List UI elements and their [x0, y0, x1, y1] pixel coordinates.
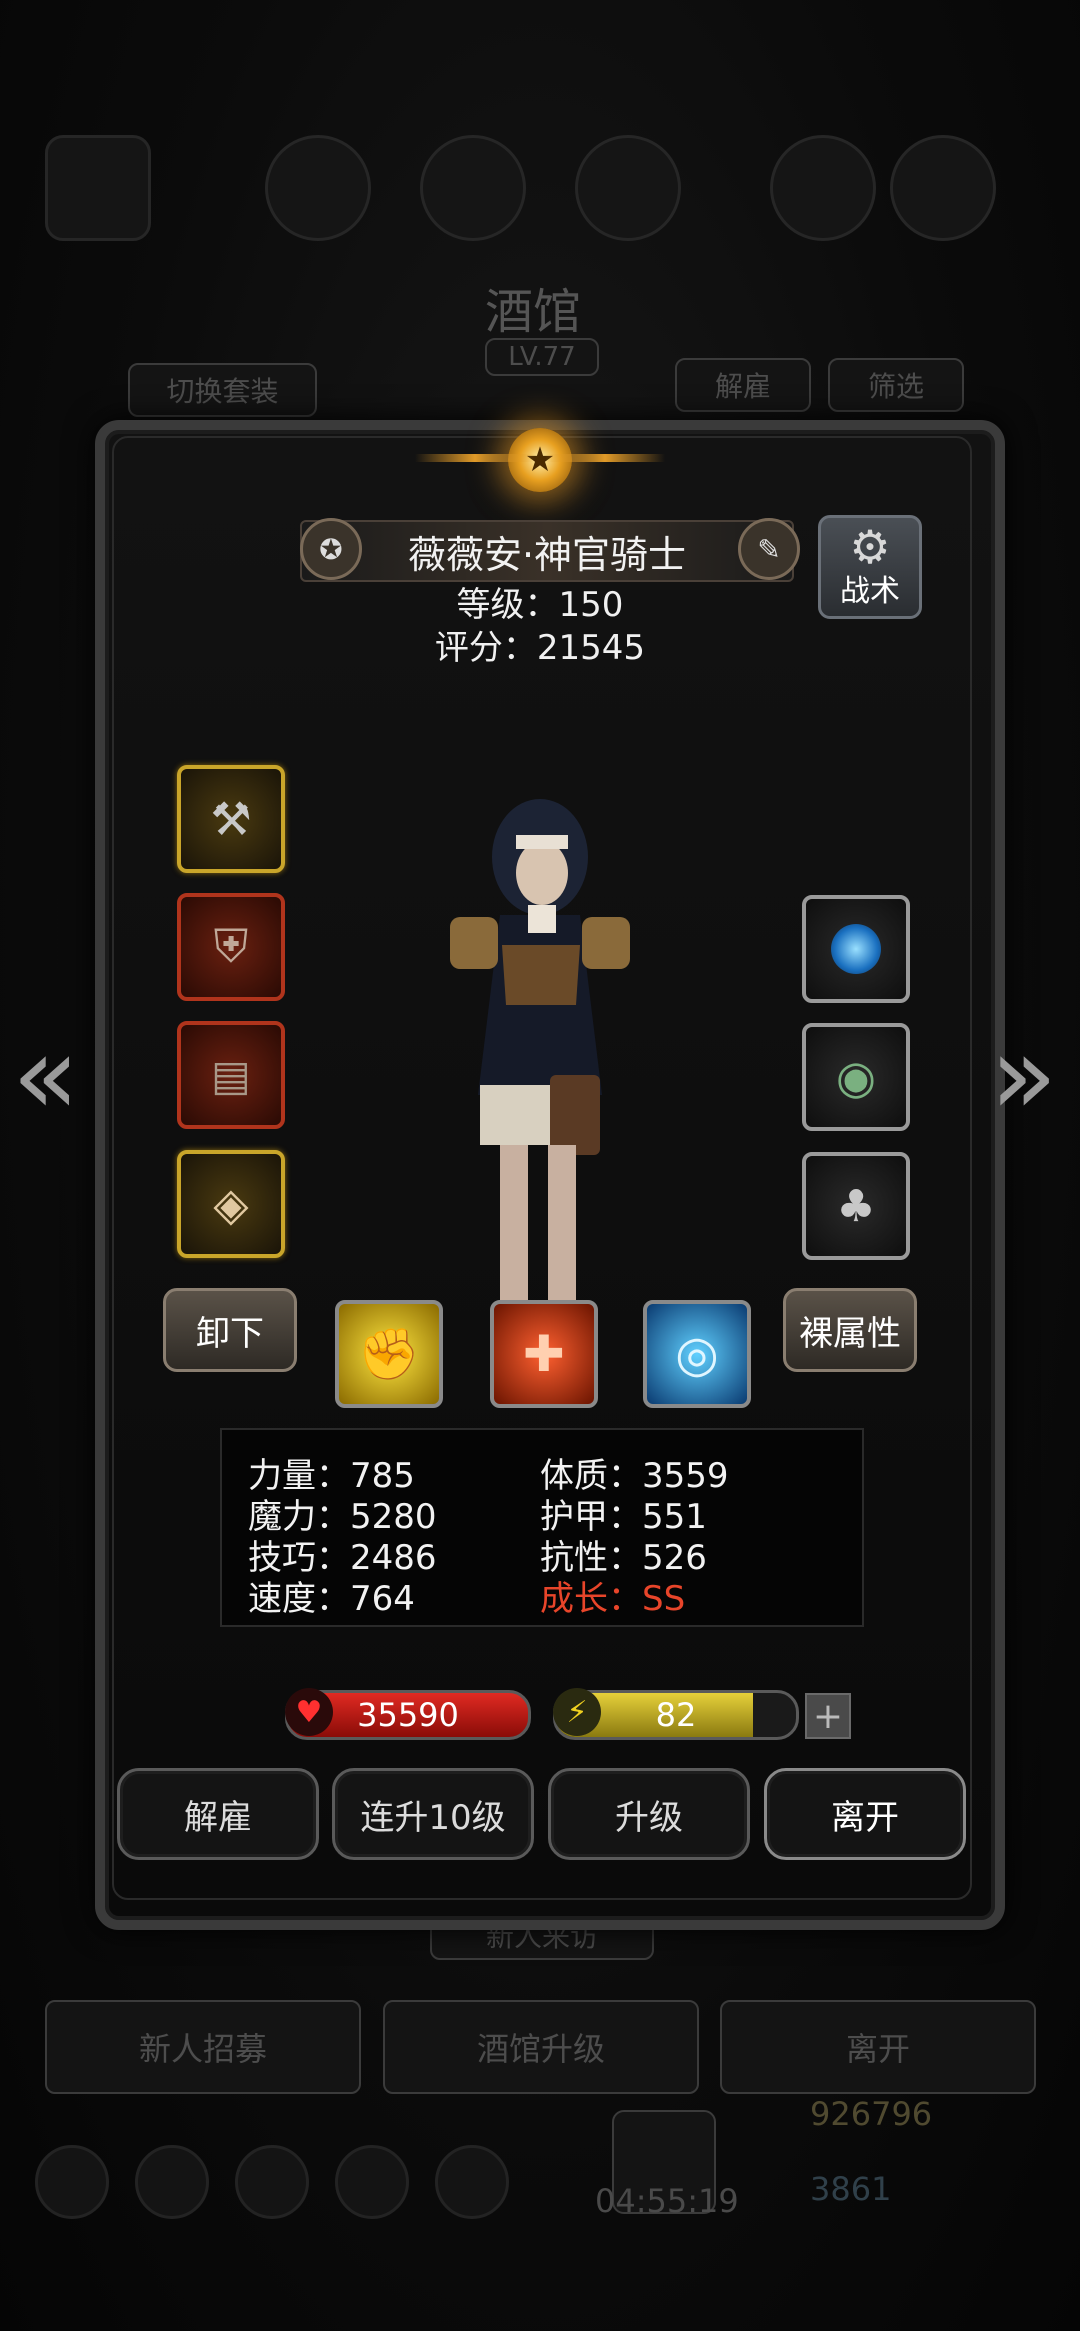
equip-slot-mushroom[interactable]: ♣ — [802, 1152, 910, 1260]
lightning-icon: ⚡ — [553, 1688, 601, 1736]
bg-recruit-button: 新人招募 — [45, 2000, 361, 2094]
skill-slot-vision[interactable]: ◎ — [643, 1300, 751, 1408]
rune-tile-icon: ◈ — [213, 1177, 249, 1231]
skill-slot-heal[interactable]: ✚ — [490, 1300, 598, 1408]
upgrade-button[interactable]: 升级 — [548, 1768, 750, 1860]
heart-icon: ♥ — [285, 1688, 333, 1736]
bg-filter-button: 筛选 — [828, 358, 964, 412]
bg-menu-icon — [890, 135, 996, 241]
mushroom-icon: ♣ — [836, 1180, 876, 1232]
bg-bottom-icon — [35, 2145, 109, 2219]
equip-slot-armor[interactable]: ⛨ — [177, 893, 285, 1001]
tactics-button[interactable]: ⚙ 战术 — [818, 515, 922, 619]
bg-bottom-icon — [135, 2145, 209, 2219]
hp-value: 35590 — [357, 1696, 459, 1734]
bg-gold-amount: 926796 — [810, 2095, 933, 2133]
upgrade-10-button[interactable]: 连升10级 — [332, 1768, 534, 1860]
stat-growth: 成长：SS — [540, 1579, 686, 1619]
next-hero-arrow-icon[interactable]: » — [990, 1020, 1057, 1130]
previous-hero-arrow-icon[interactable]: « — [12, 1020, 79, 1130]
bg-switch-outfit-button: 切换套装 — [128, 363, 317, 417]
hero-name-bar: 薇薇安·神官骑士 — [300, 520, 794, 582]
bg-dismiss-button: 解雇 — [675, 358, 811, 412]
bg-menu-icon — [770, 135, 876, 241]
tactics-label: 战术 — [840, 574, 900, 609]
bg-gem-amount: 3861 — [810, 2170, 892, 2208]
panel-emblem: ★ — [415, 420, 665, 500]
hero-character-figure — [450, 799, 630, 1365]
eye-icon: ◎ — [675, 1325, 719, 1383]
bg-tavern-title: 酒馆 — [485, 284, 582, 340]
bg-menu-icon — [420, 135, 526, 241]
chest-armor-icon: ⛨ — [213, 919, 249, 973]
skill-slot-attack[interactable]: ✊ — [335, 1300, 443, 1408]
unequip-button[interactable]: 卸下 — [163, 1288, 297, 1372]
equip-slot-weapon[interactable]: ⚒ — [177, 765, 285, 873]
leave-button[interactable]: 离开 — [764, 1768, 966, 1860]
bg-bottom-icon — [235, 2145, 309, 2219]
fist-icon: ✊ — [357, 1324, 421, 1383]
hero-name: 薇薇安·神官骑士 — [407, 532, 687, 577]
bg-menu-icon — [265, 135, 371, 241]
bg-menu-icon — [45, 135, 151, 241]
necklace-icon: ◉ — [835, 1050, 877, 1104]
gear-icon: ⚙ — [849, 520, 891, 574]
tome-icon: ▤ — [211, 1050, 251, 1100]
bg-bottom-icon — [435, 2145, 509, 2219]
add-energy-button[interactable]: + — [805, 1693, 851, 1739]
mace-icon: ⚒ — [210, 792, 252, 846]
hero-score: 评分：21545 — [434, 628, 646, 668]
bg-level-badge: LV.77 — [485, 338, 599, 376]
rename-edit-icon[interactable]: ✎ — [738, 518, 800, 580]
equip-slot-necklace[interactable]: ◉ — [802, 1023, 910, 1131]
equip-slot-orb[interactable] — [802, 895, 910, 1003]
cross-icon: ✚ — [523, 1325, 565, 1383]
bg-bottom-icon — [335, 2145, 409, 2219]
bg-leave-button: 离开 — [720, 2000, 1036, 2094]
blue-orb-icon — [831, 924, 881, 974]
base-attributes-button[interactable]: 裸属性 — [783, 1288, 917, 1372]
rank-badge-icon[interactable]: ✪ — [300, 518, 362, 580]
bg-upgrade-tavern-button: 酒馆升级 — [383, 2000, 699, 2094]
stat-speed: 速度：764 — [248, 1579, 415, 1619]
bg-menu-icon — [575, 135, 681, 241]
equip-slot-accessory[interactable]: ◈ — [177, 1150, 285, 1258]
dismiss-button[interactable]: 解雇 — [117, 1768, 319, 1860]
bg-timer: 04:55:19 — [595, 2182, 739, 2220]
equip-slot-book[interactable]: ▤ — [177, 1021, 285, 1129]
